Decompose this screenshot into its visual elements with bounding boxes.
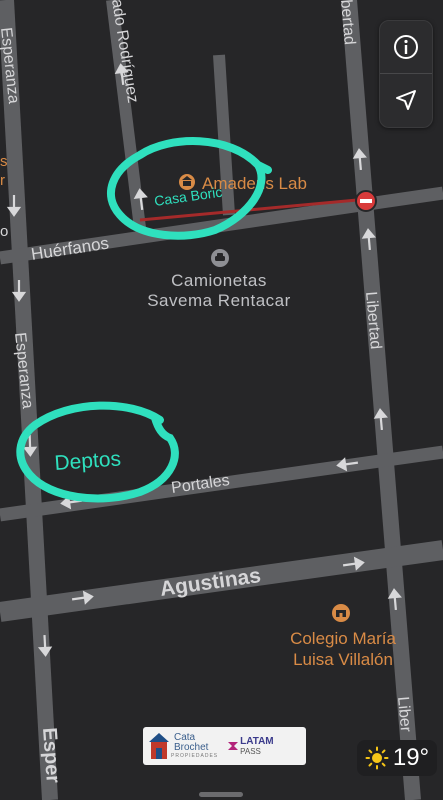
ad-pass-label: PASS	[240, 746, 261, 756]
car-icon[interactable]	[211, 249, 229, 267]
sun-icon	[365, 746, 389, 770]
edge-label-r: r	[0, 172, 5, 189]
annotation-deptos: Deptos	[54, 447, 122, 475]
edge-label-s: s	[0, 153, 8, 170]
latam-logo-icon	[228, 742, 239, 750]
street-label-libertad-bottom: Liber	[394, 696, 414, 734]
weather-temperature: 19°	[392, 744, 430, 771]
ad-brand-sub: PROPIEDADES	[171, 753, 219, 759]
poi-camionetas-line2[interactable]: Savema Rentacar	[147, 291, 291, 310]
ad-brand: Cata Brochet PROPIEDADES	[143, 731, 218, 761]
no-entry-icon	[355, 190, 377, 212]
map-canvas[interactable]: Esperanza Esperanza Esper ado Rodríguez …	[0, 0, 443, 800]
poi-colegio-line2[interactable]: Luisa Villalón	[293, 650, 393, 669]
location-arrow-icon	[396, 90, 416, 110]
school-icon[interactable]	[332, 604, 350, 622]
edge-label-o: o	[0, 223, 8, 240]
ad-latam-label: LATAM	[240, 735, 274, 747]
weather-badge[interactable]: 19°	[357, 740, 437, 776]
ad-banner[interactable]: Cata Brochet PROPIEDADES LATAM PASS	[143, 727, 306, 765]
info-button[interactable]	[380, 21, 432, 74]
house-logo-icon	[149, 733, 169, 759]
home-indicator[interactable]	[199, 792, 243, 797]
poi-colegio-line1[interactable]: Colegio María	[290, 629, 396, 648]
map-controls	[379, 20, 433, 128]
ad-latam: LATAM PASS	[226, 735, 274, 756]
ad-brand-line2: Brochet	[174, 742, 209, 753]
poi-camionetas-line1[interactable]: Camionetas	[171, 271, 267, 290]
info-icon	[394, 35, 418, 59]
location-button[interactable]	[380, 74, 432, 126]
street-label-esperanza-bottom: Esper	[38, 727, 64, 784]
